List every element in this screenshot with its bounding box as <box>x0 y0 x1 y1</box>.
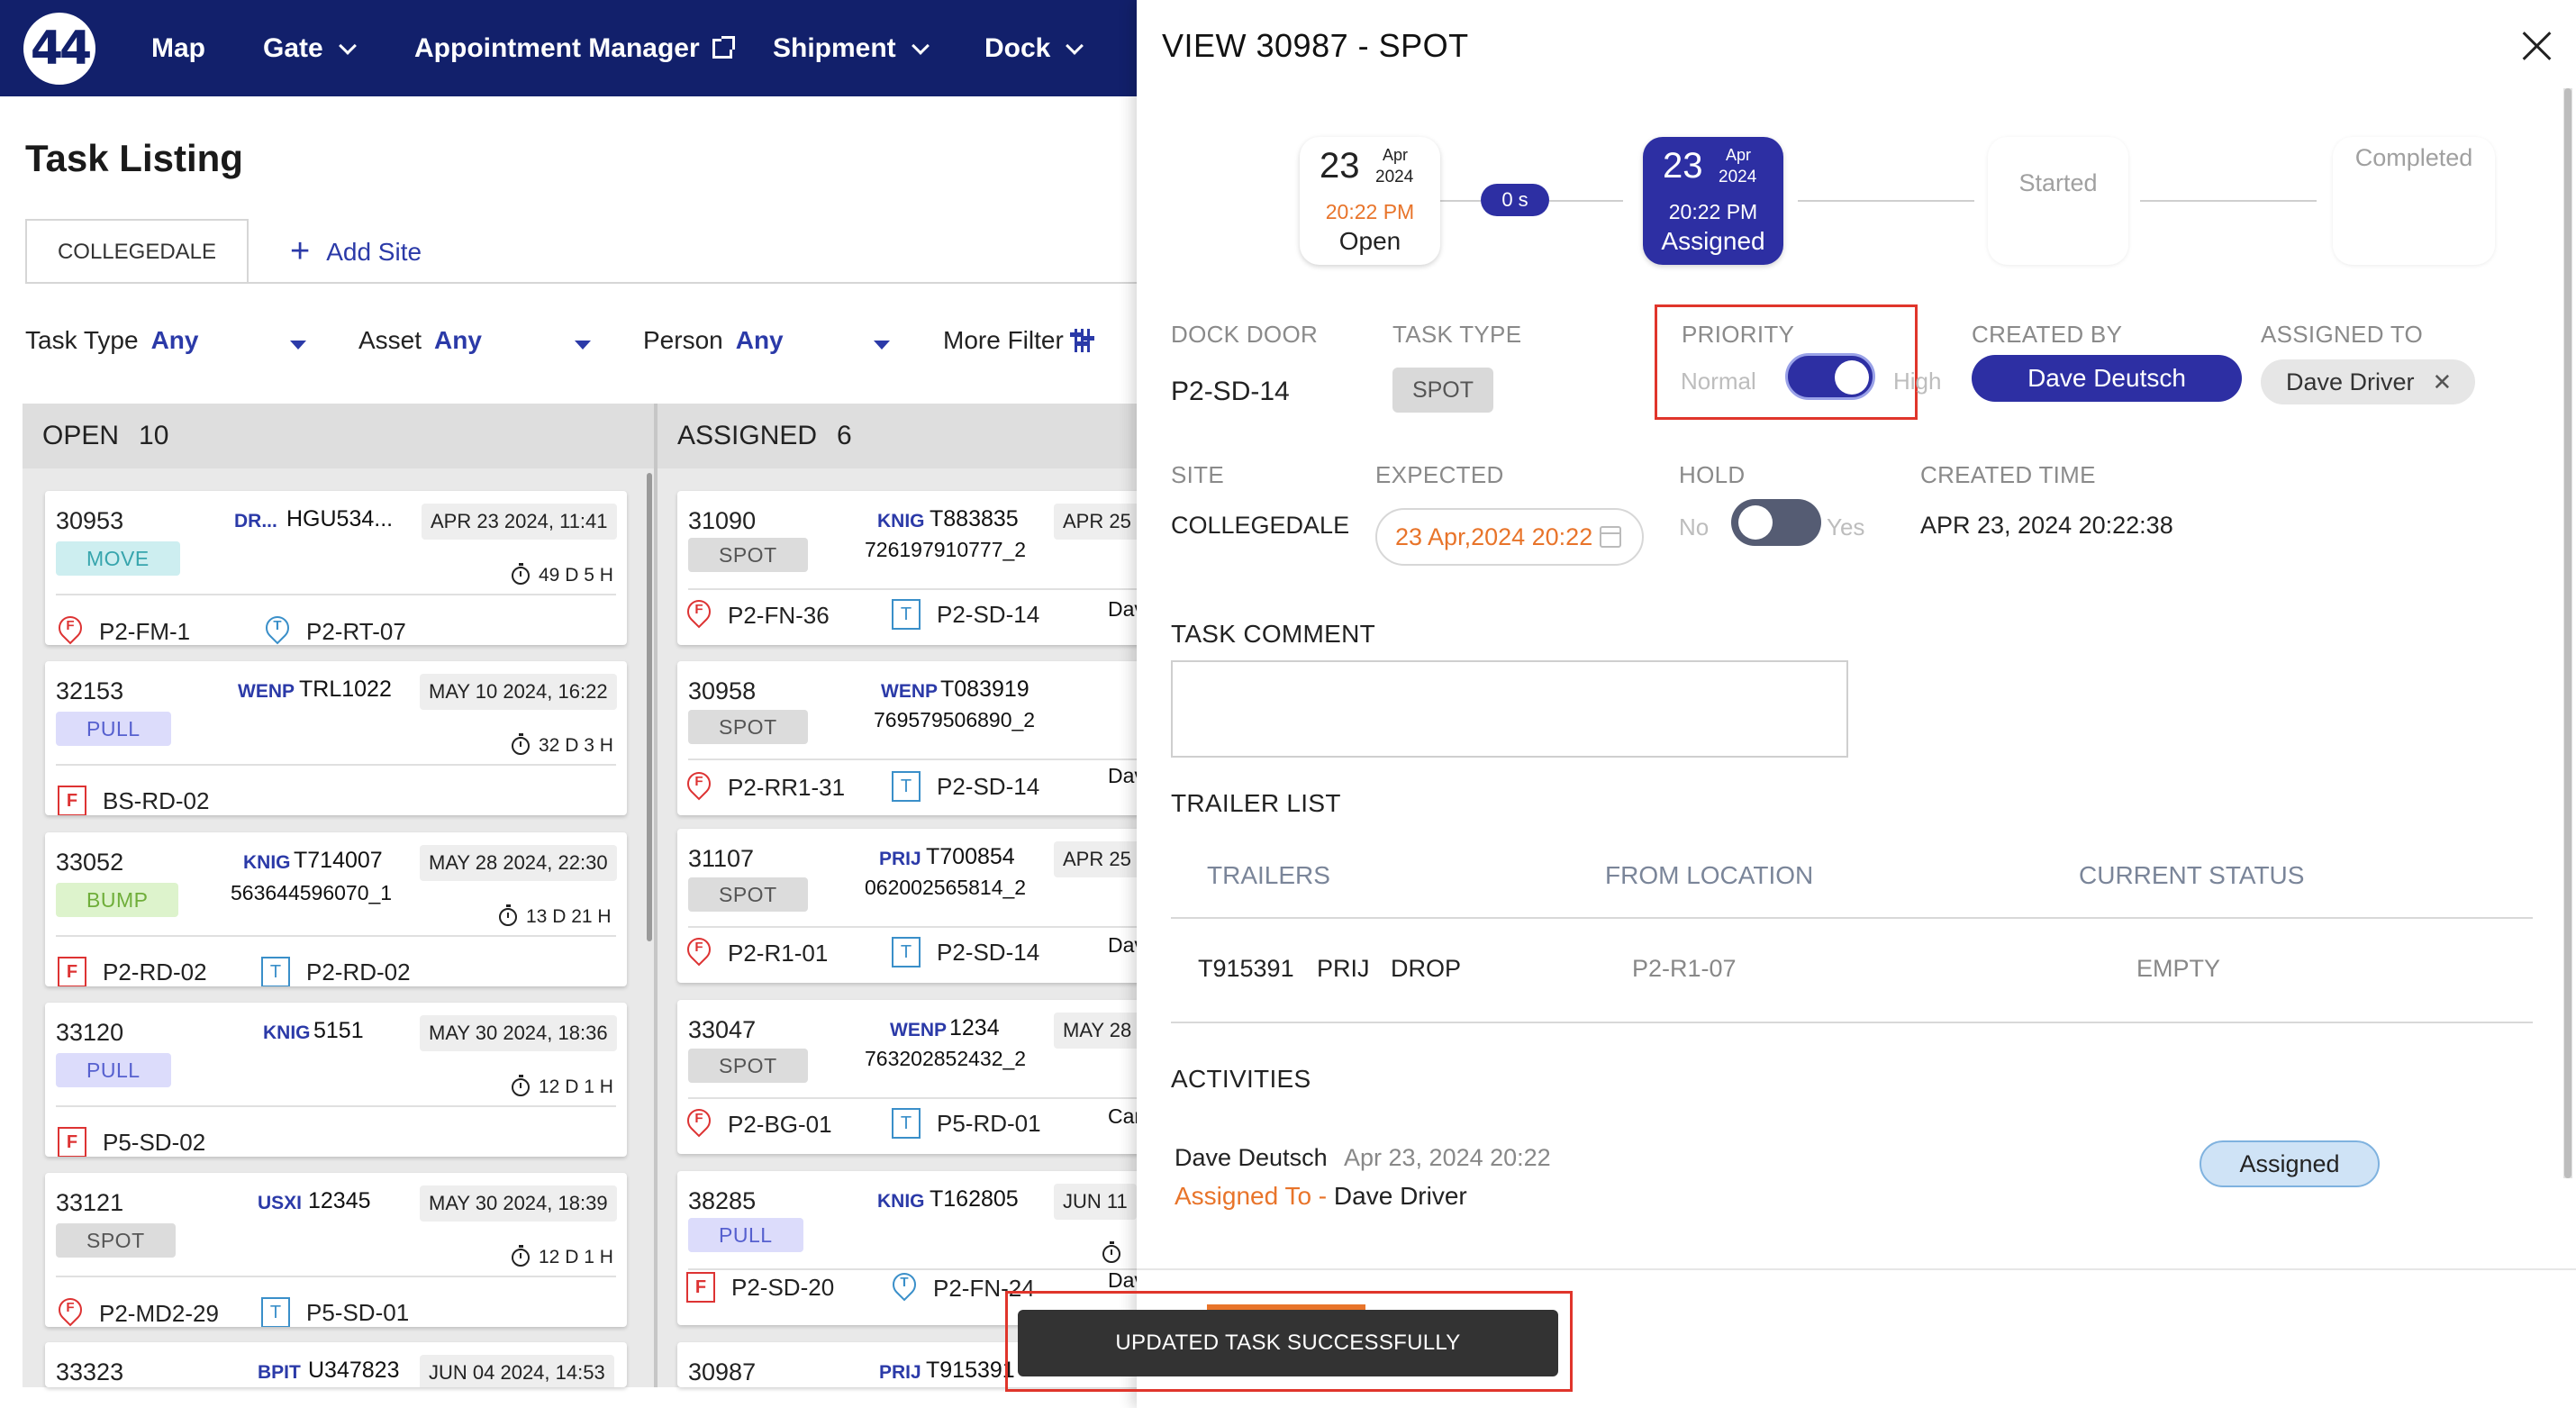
task-type-badge: SPOT <box>688 538 808 572</box>
nav-appointment-manager[interactable]: Appointment Manager <box>414 0 735 96</box>
column-divider <box>654 404 658 1387</box>
task-type-badge: SPOT <box>688 710 808 744</box>
filter-sliders-icon <box>1069 328 1094 353</box>
from-location-icon: F <box>58 1127 86 1157</box>
task-card[interactable]: 33120 KNIG 5151 MAY 30 2024, 18:36 PULL … <box>45 1003 627 1157</box>
priority-toggle[interactable] <box>1785 353 1875 400</box>
chevron-down-icon <box>1066 36 1084 55</box>
hold-toggle[interactable] <box>1731 499 1821 546</box>
from-location-icon: F <box>58 786 86 815</box>
add-site-button[interactable]: + Add Site <box>290 232 422 271</box>
app-logo[interactable]: 44 <box>23 13 95 85</box>
task-card[interactable]: 33052 KNIG T714007 563644596070_1 MAY 28… <box>45 832 627 986</box>
to-location-icon: T <box>261 957 290 986</box>
nav-map[interactable]: Map <box>151 0 205 96</box>
timer-icon <box>512 1245 530 1267</box>
task-card[interactable]: 30958 WENP T083919 769579506890_2 SPOT F… <box>677 661 1182 815</box>
to-location-icon: T <box>892 937 921 967</box>
column-assigned-header: ASSIGNED 6 <box>658 404 1137 468</box>
nav-gate[interactable]: Gate <box>263 0 357 96</box>
toast-notification: UPDATED TASK SUCCESSFULLY <box>1018 1310 1558 1376</box>
task-comment-input[interactable] <box>1171 660 1848 758</box>
caret-down-icon[interactable] <box>290 341 306 350</box>
task-card[interactable]: 30953 DR... HGU534... APR 23 2024, 11:41… <box>45 491 627 645</box>
from-location-pin-icon: F <box>58 615 83 645</box>
from-location-icon: F <box>58 957 86 986</box>
top-navigation: 44 Map Gate Appointment Manager Shipment… <box>0 0 1137 96</box>
panel-scrollbar[interactable] <box>2563 88 2572 1178</box>
tab-collegedale[interactable]: COLLEGEDALE <box>25 219 249 284</box>
task-card[interactable]: 31090 KNIG T883835 726197910777_2 APR 25… <box>677 491 1182 645</box>
from-location-pin-icon: F <box>686 937 712 969</box>
task-type-badge: MOVE <box>56 541 180 576</box>
step-assigned: 23 Apr 2024 20:22 PM Assigned <box>1643 137 1783 265</box>
task-type-badge: SPOT <box>56 1223 176 1258</box>
task-card[interactable]: 31107 PRIJ T700854 062002565814_2 APR 25… <box>677 829 1182 983</box>
more-filter-button[interactable]: More Filter <box>943 326 1094 355</box>
task-type-badge: PULL <box>688 1218 803 1252</box>
to-location-pin-icon: T <box>265 615 290 645</box>
task-card[interactable]: 33121 USXI 12345 MAY 30 2024, 18:39 SPOT… <box>45 1173 627 1327</box>
task-card[interactable]: 32153 WENP TRL1022 MAY 10 2024, 16:22 PU… <box>45 661 627 815</box>
nav-dock[interactable]: Dock <box>984 0 1084 96</box>
to-location-icon: T <box>892 771 921 802</box>
page-title: Task Listing <box>25 137 243 179</box>
open-column-scrollbar[interactable] <box>647 473 652 941</box>
external-link-icon <box>712 35 735 59</box>
task-type-badge: PULL <box>56 712 171 746</box>
to-location-pin-icon: T <box>892 1272 917 1304</box>
from-location-pin-icon: F <box>686 599 712 631</box>
timer-icon <box>512 733 530 755</box>
duration-badge: 0 s <box>1481 184 1549 216</box>
created-by-chip: Dave Deutsch <box>1972 355 2242 402</box>
task-type-badge: SPOT <box>688 1049 808 1083</box>
filter-person[interactable]: Person Any <box>643 326 784 355</box>
task-type-badge: BUMP <box>56 883 179 917</box>
from-location-pin-icon: F <box>58 1297 83 1327</box>
calendar-icon <box>1600 526 1622 548</box>
step-completed: Completed <box>2333 137 2495 265</box>
created-time-value: APR 23, 2024 20:22:38 <box>1920 512 2173 539</box>
plus-icon: + <box>290 232 311 270</box>
from-location-pin-icon: F <box>686 771 712 804</box>
from-location-icon: F <box>686 1272 715 1303</box>
assigned-to-chip[interactable]: Dave Driver ✕ <box>2261 359 2475 404</box>
to-location-icon: T <box>892 1108 921 1139</box>
caret-down-icon[interactable] <box>575 341 591 350</box>
expected-date-input[interactable]: 23 Apr,2024 20:22 <box>1375 508 1644 566</box>
task-card[interactable]: 33323 BPIT U347823 JUN 04 2024, 14:53 <box>45 1342 627 1387</box>
filter-task-type[interactable]: Task Type Any <box>25 326 198 355</box>
to-location-icon: T <box>261 1297 290 1327</box>
from-location-pin-icon: F <box>686 1108 712 1140</box>
panel-title: VIEW 30987 - SPOT <box>1162 27 1469 64</box>
chevron-down-icon <box>911 36 930 55</box>
dock-door-value: P2-SD-14 <box>1171 377 1290 406</box>
chevron-down-icon <box>338 36 357 55</box>
task-card[interactable]: 33047 WENP 1234 763202852432_2 MAY 28 SP… <box>677 1000 1182 1154</box>
timer-icon <box>512 563 530 585</box>
remove-icon[interactable]: ✕ <box>2433 368 2453 396</box>
task-type-badge: SPOT <box>688 877 808 912</box>
task-detail-panel: VIEW 30987 - SPOT 23 Apr 2024 20:22 PM O… <box>1137 0 2576 1408</box>
column-open-header: OPEN 10 <box>23 404 654 468</box>
step-open: 23 Apr 2024 20:22 PM Open <box>1300 137 1440 265</box>
activity-detail: Assigned To - Dave Driver <box>1175 1182 1467 1210</box>
nav-shipment[interactable]: Shipment <box>773 0 930 96</box>
timer-icon <box>1102 1241 1120 1263</box>
close-icon[interactable] <box>2522 31 2553 61</box>
task-type-chip: SPOT <box>1392 368 1493 413</box>
step-started: Started <box>1988 137 2128 265</box>
to-location-icon: T <box>892 599 921 630</box>
status-badge: Assigned <box>2200 1140 2380 1187</box>
tabs-divider <box>25 282 1137 284</box>
filter-asset[interactable]: Asset Any <box>358 326 482 355</box>
timer-icon <box>499 904 517 926</box>
site-value: COLLEGEDALE <box>1171 512 1350 539</box>
caret-down-icon[interactable] <box>874 341 890 350</box>
timer-icon <box>512 1075 530 1096</box>
task-type-badge: PULL <box>56 1053 171 1087</box>
